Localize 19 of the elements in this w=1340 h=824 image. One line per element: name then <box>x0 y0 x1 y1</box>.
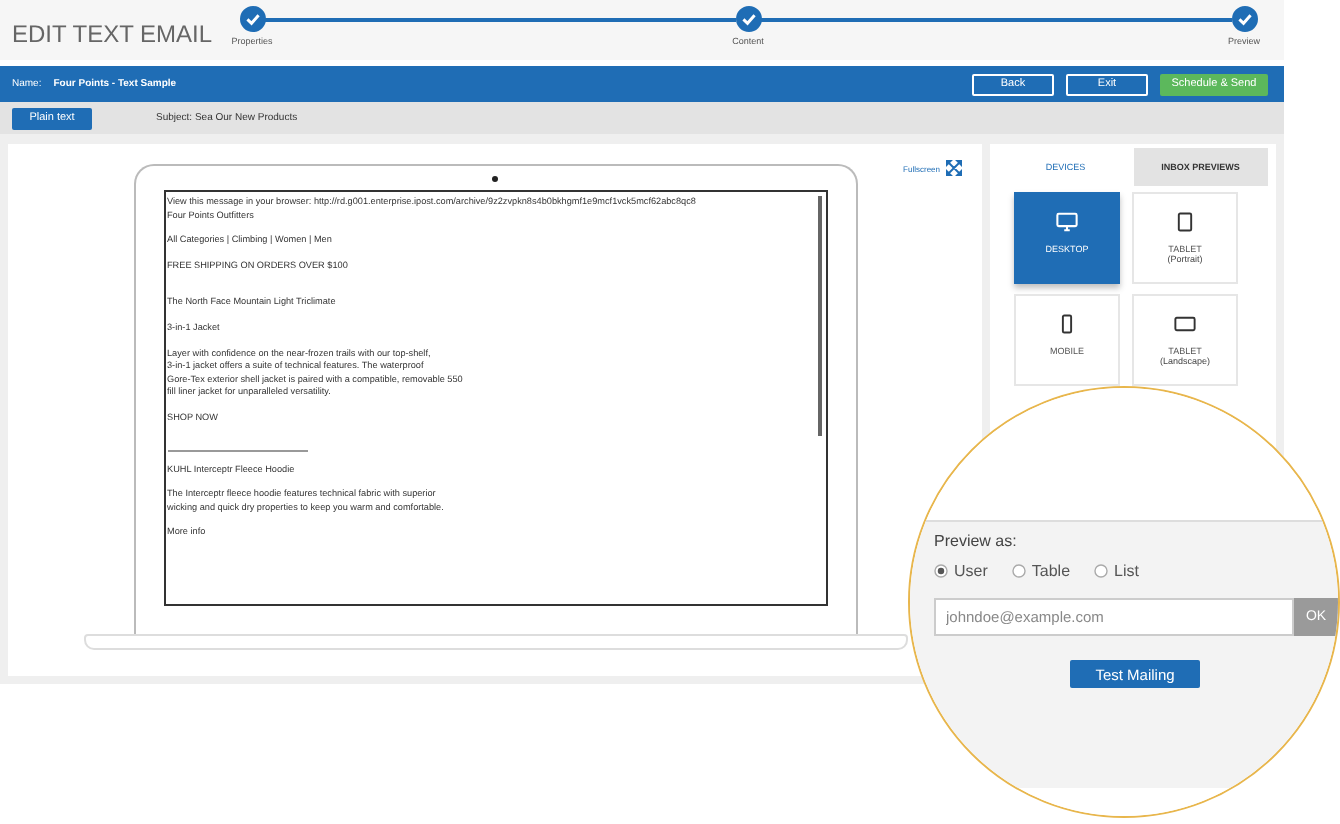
preview-as-label: Preview as: <box>934 532 1019 550</box>
phone-icon <box>1056 314 1078 334</box>
radio-option[interactable]: List <box>1094 562 1139 580</box>
camera-dot-icon <box>492 176 498 182</box>
scrollbar[interactable] <box>817 196 821 436</box>
step-check-icon[interactable] <box>735 6 761 32</box>
fullscreen-icon[interactable] <box>946 160 962 176</box>
radio-icon[interactable] <box>934 564 948 578</box>
tablet-icon <box>1174 212 1196 232</box>
page-title: EDIT TEXT EMAIL <box>12 20 215 48</box>
radio-icon[interactable] <box>1011 564 1026 578</box>
tablet-landscape-icon <box>1174 314 1196 334</box>
step-check-icon[interactable] <box>239 6 265 32</box>
divider-line <box>167 449 307 452</box>
step-check-icon[interactable] <box>1231 6 1257 32</box>
monitor-icon <box>1056 212 1078 232</box>
radio-option[interactable]: Table <box>1011 562 1071 580</box>
radio-option[interactable]: User <box>934 562 988 580</box>
radio-icon[interactable] <box>1094 564 1109 578</box>
